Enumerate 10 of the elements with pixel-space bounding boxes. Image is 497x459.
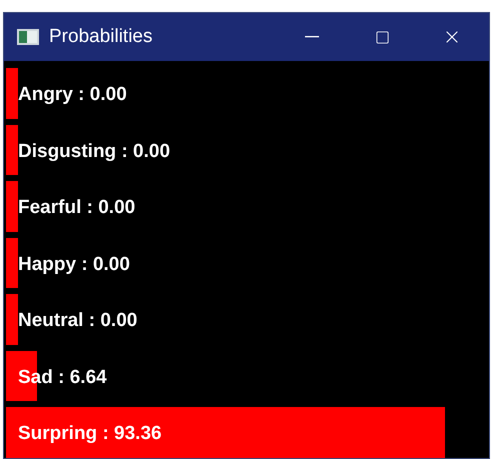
window-title: Probabilities bbox=[49, 24, 152, 49]
minimize-icon bbox=[305, 36, 319, 38]
emotion-label: Neutral : 0.00 bbox=[18, 309, 138, 333]
emotion-label: Angry : 0.00 bbox=[18, 83, 127, 107]
emotion-label: Fearful : 0.00 bbox=[18, 196, 136, 220]
emotion-label: Happy : 0.00 bbox=[18, 252, 130, 276]
app-icon bbox=[17, 29, 39, 45]
emotion-label: Surpring : 93.36 bbox=[18, 422, 162, 446]
maximize-icon bbox=[374, 30, 390, 44]
emotion-label: Disgusting : 0.00 bbox=[18, 140, 170, 164]
